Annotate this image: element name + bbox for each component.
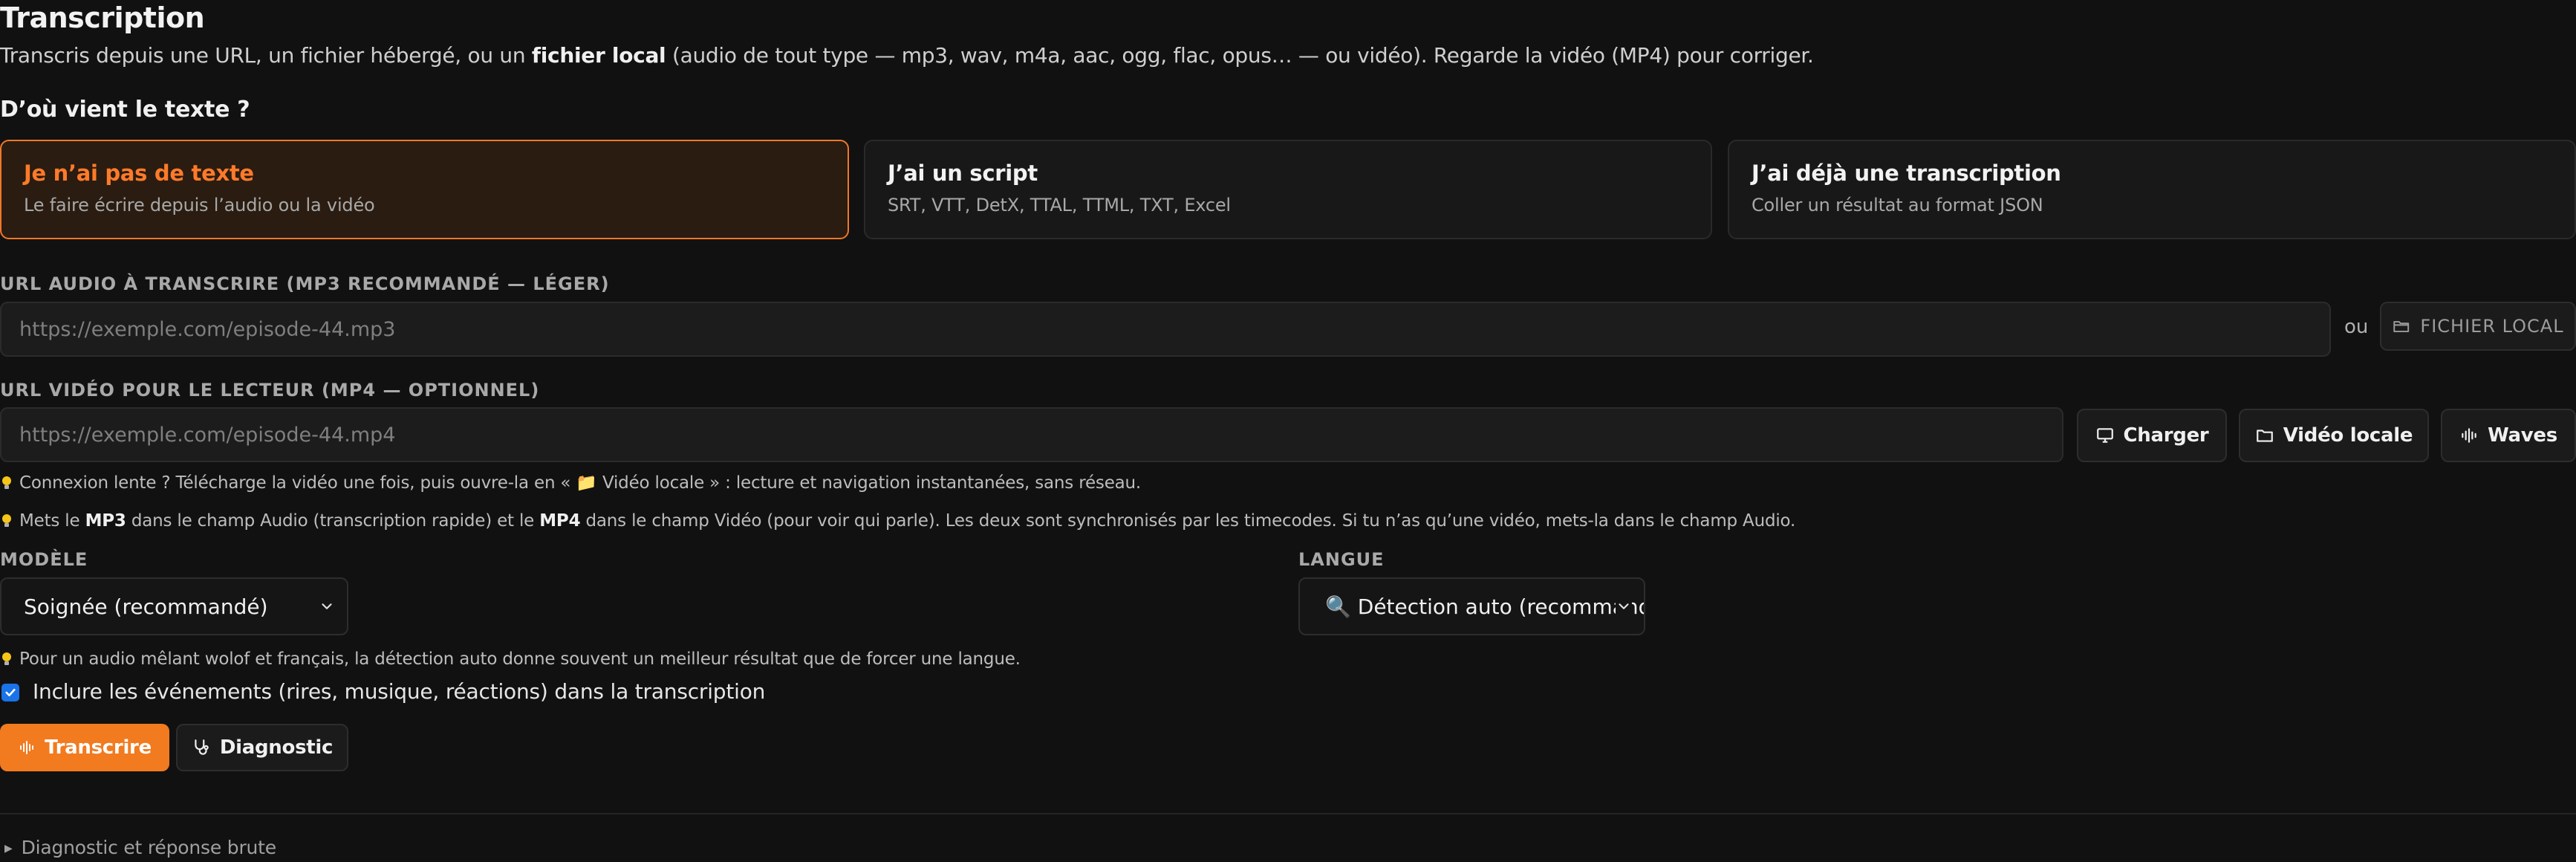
- transcription-page: Transcription Transcris depuis une URL, …: [0, 0, 2576, 862]
- source-card-subtitle: SRT, VTT, DetX, TTAL, TTML, TXT, Excel: [888, 195, 1231, 216]
- transcribe-button-label: Transcrire: [45, 736, 152, 759]
- source-card-no-text[interactable]: Je n’ai pas de texte Le faire écrire dep…: [0, 140, 849, 239]
- load-button-label: Charger: [2123, 424, 2209, 447]
- folder-open-icon: [2392, 317, 2411, 336]
- source-card-title: Je n’ai pas de texte: [24, 161, 254, 186]
- source-card-title: J’ai un script: [888, 161, 1038, 186]
- hint-bold-mp3: MP3: [85, 511, 126, 531]
- language-label: LANGUE: [1298, 549, 1385, 570]
- model-selected-value: Soignée (recommandé): [24, 594, 268, 619]
- monitor-icon: [2095, 426, 2115, 445]
- stethoscope-icon: [192, 738, 211, 757]
- local-video-button[interactable]: Vidéo locale: [2239, 409, 2429, 462]
- lightbulb-icon: [2, 514, 11, 527]
- load-button[interactable]: Charger: [2077, 409, 2227, 462]
- divider: [0, 813, 2576, 814]
- subtitle-text-1: Transcris depuis une URL, un fichier héb…: [0, 43, 532, 68]
- page-title: Transcription: [0, 1, 205, 34]
- lightbulb-icon: [2, 476, 11, 489]
- details-label: Diagnostic et réponse brute: [21, 837, 277, 858]
- model-select[interactable]: Soignée (recommandé): [0, 577, 348, 635]
- source-question: D’où vient le texte ?: [0, 97, 250, 123]
- hint-bold-mp4: MP4: [539, 511, 581, 531]
- chevron-down-icon: [322, 603, 332, 609]
- triangle-right-icon: ▶: [4, 843, 13, 855]
- waveform-icon: [18, 739, 36, 756]
- hint-text-1: Mets le: [19, 511, 85, 531]
- local-video-button-label: Vidéo locale: [2283, 424, 2413, 447]
- transcribe-button[interactable]: Transcrire: [0, 724, 169, 771]
- page-subtitle: Transcris depuis une URL, un fichier héb…: [0, 43, 1814, 68]
- video-url-label: URL VIDÉO POUR LE LECTEUR (MP4 — OPTIONN…: [0, 380, 540, 401]
- hint-mp3-mp4: Mets le MP3 dans le champ Audio (transcr…: [1, 511, 1795, 531]
- hint-text-2: dans le champ Audio (transcription rapid…: [126, 511, 540, 531]
- waves-button[interactable]: Waves: [2441, 409, 2576, 462]
- chevron-down-icon: [1616, 598, 1632, 615]
- local-file-button-label: FICHIER LOCAL: [2420, 316, 2564, 337]
- language-select[interactable]: 🔍 Détection auto (recommandé): [1298, 577, 1645, 635]
- language-selected-value: 🔍 Détection auto (recommandé): [1325, 594, 1645, 619]
- video-url-input[interactable]: [0, 407, 2063, 462]
- details-toggle[interactable]: ▶ Diagnostic et réponse brute: [4, 837, 276, 858]
- checkmark-icon: [5, 688, 16, 697]
- events-checkbox-label: Inclure les événements (rires, musique, …: [33, 679, 766, 704]
- hint-text: Connexion lente ? Télécharge la vidéo un…: [19, 473, 1142, 493]
- audio-url-label: URL AUDIO À TRANSCRIRE (MP3 RECOMMANDÉ —…: [0, 273, 610, 294]
- source-card-transcription[interactable]: J’ai déjà une transcription Coller un ré…: [1728, 140, 2576, 239]
- source-card-title: J’ai déjà une transcription: [1752, 161, 2061, 186]
- diagnostic-button[interactable]: Diagnostic: [176, 724, 348, 771]
- subtitle-bold: fichier local: [531, 43, 666, 68]
- or-text: ou: [2344, 316, 2369, 338]
- source-card-script[interactable]: J’ai un script SRT, VTT, DetX, TTAL, TTM…: [864, 140, 1712, 239]
- waves-button-label: Waves: [2488, 424, 2557, 447]
- hint-slow-connection: Connexion lente ? Télécharge la vidéo un…: [1, 473, 1141, 493]
- source-card-subtitle: Le faire écrire depuis l’audio ou la vid…: [24, 195, 375, 216]
- hint-text: Pour un audio mêlant wolof et français, …: [19, 649, 1021, 669]
- model-label: MODÈLE: [0, 549, 88, 570]
- waveform-icon: [2459, 426, 2479, 445]
- diagnostic-button-label: Diagnostic: [219, 736, 334, 759]
- lightbulb-icon: [2, 652, 11, 665]
- folder-icon: [2255, 426, 2274, 445]
- hint-language: Pour un audio mêlant wolof et français, …: [1, 649, 1021, 669]
- events-checkbox[interactable]: [1, 684, 19, 701]
- local-file-button[interactable]: FICHIER LOCAL: [2380, 302, 2576, 351]
- audio-url-input[interactable]: [0, 302, 2331, 357]
- hint-text-3: dans le champ Vidéo (pour voir qui parle…: [580, 511, 1796, 531]
- subtitle-text-2: (audio de tout type — mp3, wav, m4a, aac…: [666, 43, 1814, 68]
- source-card-subtitle: Coller un résultat au format JSON: [1752, 195, 2043, 216]
